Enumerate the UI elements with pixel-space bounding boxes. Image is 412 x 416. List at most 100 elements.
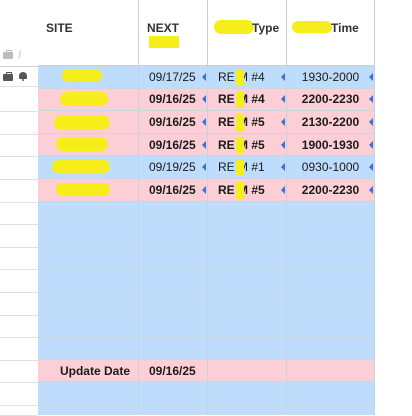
empty-cell[interactable] [38,292,139,315]
type-cell[interactable]: RE M #5 [208,111,287,134]
type-cell[interactable]: RE M #4 [208,66,287,89]
empty-cell[interactable] [38,382,139,405]
next-date-cell[interactable]: 09/16/25 [139,88,208,112]
empty-cell[interactable] [287,201,375,225]
empty-cell[interactable] [287,246,375,270]
site-cell[interactable] [38,66,139,89]
fill-arrow-icon[interactable] [281,140,285,149]
empty-cell[interactable] [38,405,139,415]
next-date-cell[interactable]: 09/17/25 [139,66,208,89]
empty-cell[interactable] [208,405,287,415]
time-cell[interactable]: 2130-2200 [287,111,375,134]
redacted-text [236,182,244,199]
empty-cell[interactable] [139,314,208,338]
fill-arrow-icon[interactable] [369,117,373,126]
next-date-value: 09/19/25 [149,160,196,175]
time-cell[interactable]: 1900-1930 [287,133,375,157]
empty-cell[interactable] [208,314,287,338]
column-header-next[interactable]: NEXT [139,0,208,66]
empty-cell[interactable] [139,269,208,292]
gutter-row [0,156,38,180]
info-icon[interactable]: i [18,49,24,60]
time-cell[interactable]: 2200-2230 [287,179,375,202]
fill-arrow-icon[interactable] [369,95,373,104]
empty-cell[interactable] [208,269,287,292]
type-cell[interactable]: RE M #4 [208,88,287,112]
time-cell[interactable]: 2200-2230 [287,88,375,112]
empty-cell[interactable] [139,246,208,270]
site-cell[interactable] [38,156,139,179]
time-cell[interactable]: 1930-2000 [287,66,375,89]
empty-cell[interactable] [139,292,208,315]
empty-cell[interactable] [139,382,208,405]
empty-cell[interactable] [287,359,375,383]
gutter-row [0,134,38,158]
site-cell[interactable] [38,179,139,202]
update-date-label-cell[interactable]: Update Date [38,359,139,383]
fill-arrow-icon[interactable] [202,117,206,126]
empty-cell[interactable] [208,359,287,383]
empty-cell[interactable] [208,201,287,225]
empty-cell[interactable] [139,405,208,415]
column-header-type[interactable]: Type [208,0,287,66]
empty-cell[interactable] [38,269,139,292]
fill-arrow-icon[interactable] [369,185,373,194]
next-date-cell[interactable]: 09/19/25 [139,156,208,179]
next-date-cell[interactable]: 09/16/25 [139,179,208,202]
empty-cell[interactable] [287,405,375,415]
fill-arrow-icon[interactable] [281,117,285,126]
fill-arrow-icon[interactable] [281,72,285,81]
empty-cell[interactable] [38,337,139,360]
briefcase-icon[interactable] [3,71,13,81]
next-date-value: 09/17/25 [149,69,196,84]
empty-cell[interactable] [139,224,208,247]
empty-cell[interactable] [38,224,139,247]
update-date-value-cell[interactable]: 09/16/25 [139,359,208,383]
gutter-header: i [0,0,38,67]
empty-cell[interactable] [287,337,375,360]
site-cell[interactable] [38,88,139,112]
gutter-row [0,337,38,361]
empty-cell[interactable] [208,292,287,315]
fill-arrow-icon[interactable] [369,163,373,172]
empty-cell[interactable] [208,337,287,360]
fill-arrow-icon[interactable] [369,140,373,149]
fill-arrow-icon[interactable] [202,140,206,149]
empty-cell[interactable] [38,201,139,225]
gutter-row [0,292,38,316]
empty-cell[interactable] [287,292,375,315]
next-date-cell[interactable]: 09/16/25 [139,111,208,134]
empty-cell[interactable] [38,246,139,270]
column-header-time[interactable]: Time [287,0,375,66]
next-date-cell[interactable]: 09/16/25 [139,133,208,157]
site-cell[interactable] [38,111,139,134]
empty-cell[interactable] [38,314,139,338]
empty-cell[interactable] [287,382,375,405]
type-cell[interactable]: RE M #5 [208,179,287,202]
fill-arrow-icon[interactable] [281,185,285,194]
fill-arrow-icon[interactable] [281,95,285,104]
time-cell[interactable]: 0930-1000 [287,156,375,179]
empty-cell[interactable] [208,224,287,247]
gutter-row [0,66,38,87]
fill-arrow-icon[interactable] [369,72,373,81]
column-header-time-label: Time [331,21,359,35]
fill-arrow-icon[interactable] [202,163,206,172]
bell-icon[interactable] [18,71,28,81]
fill-arrow-icon[interactable] [202,95,206,104]
briefcase-icon[interactable] [3,49,13,59]
empty-cell[interactable] [287,314,375,338]
empty-cell[interactable] [139,337,208,360]
column-header-site[interactable]: SITE [38,0,139,66]
empty-cell[interactable] [139,201,208,225]
empty-cell[interactable] [208,382,287,405]
empty-cell[interactable] [208,246,287,270]
empty-cell[interactable] [287,224,375,247]
site-cell[interactable] [38,133,139,157]
type-cell[interactable]: RE M #1 [208,156,287,179]
fill-arrow-icon[interactable] [202,72,206,81]
type-cell[interactable]: RE M #5 [208,133,287,157]
empty-cell[interactable] [287,269,375,292]
fill-arrow-icon[interactable] [281,163,285,172]
fill-arrow-icon[interactable] [202,185,206,194]
